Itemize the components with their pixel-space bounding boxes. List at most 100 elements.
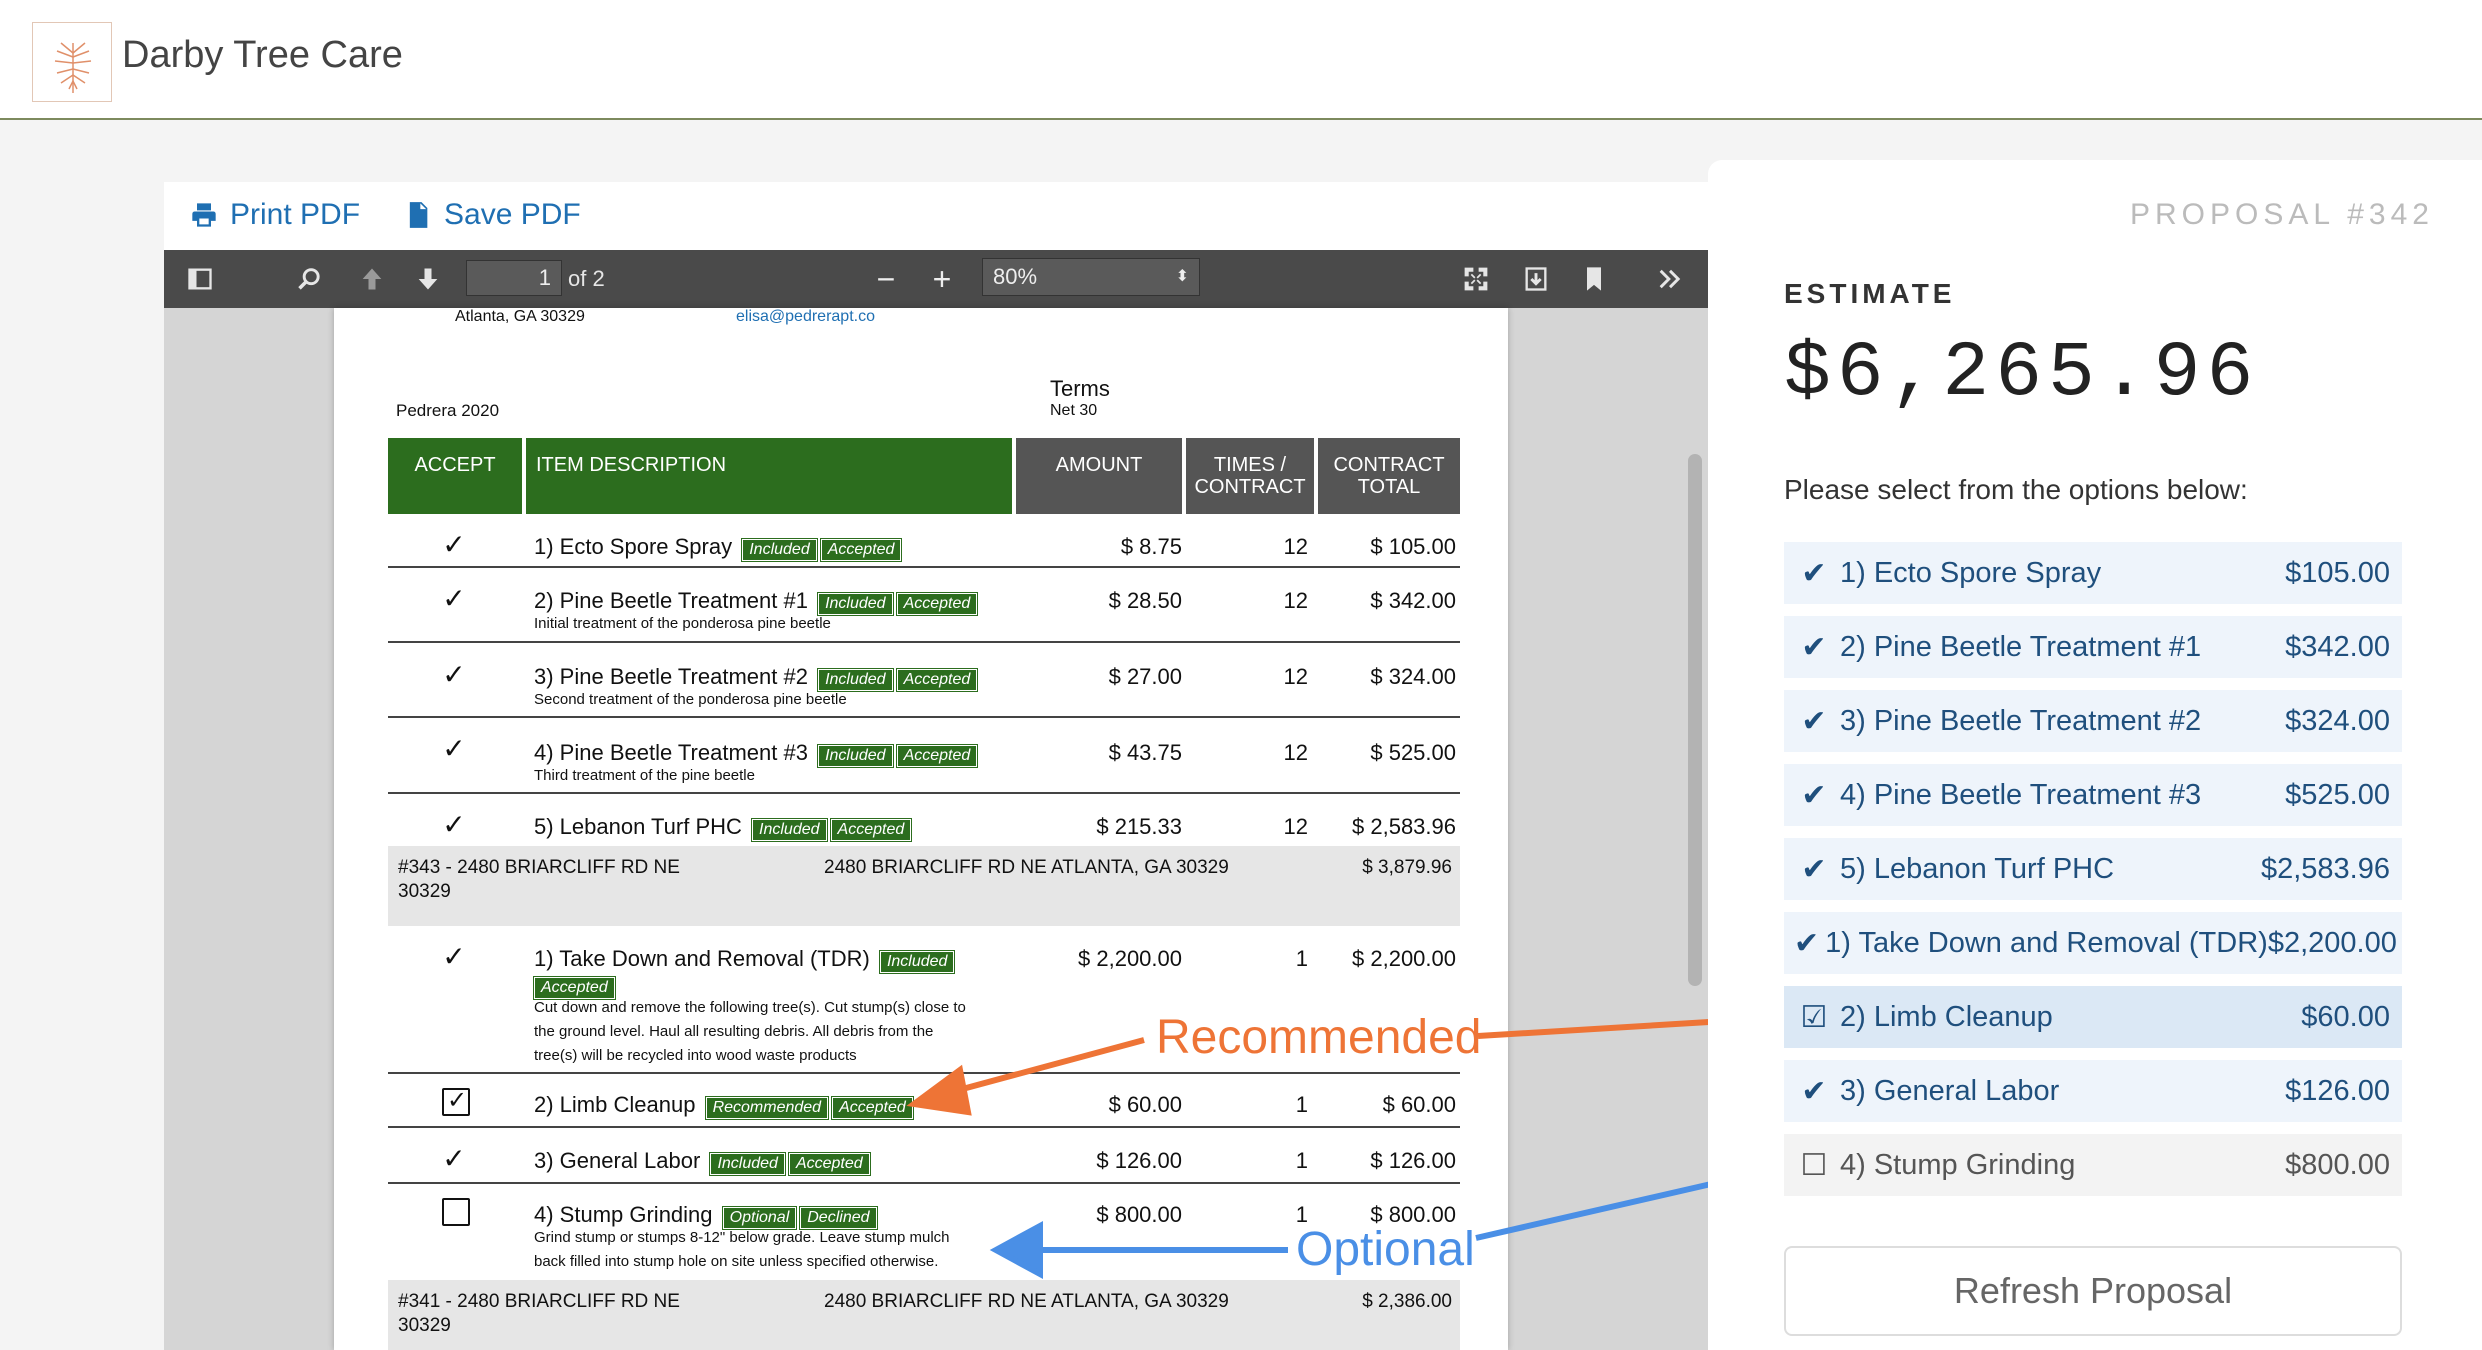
empty-box-icon: ☐ [1800,1148,1828,1182]
refresh-proposal-button[interactable]: Refresh Proposal [1784,1246,2402,1336]
customer-address: Atlanta, GA 30329 [455,308,585,325]
item-times: 12 [1283,740,1308,765]
option-label: 1) Take Down and Removal (TDR) [1825,926,2268,959]
item-amount: $ 215.33 [1096,814,1182,839]
item-name: 1) Take Down and Removal (TDR) [534,946,870,971]
brand-name: Darby Tree Care [122,34,403,76]
accepted-check-icon: ✓ [442,529,466,560]
accepted-check-icon: ✓ [442,809,466,840]
option-item[interactable]: ✔ 5) Lebanon Turf PHC $2,583.96 [1784,838,2402,900]
sidebar-toggle-icon[interactable] [184,263,216,295]
search-icon[interactable] [294,263,326,295]
save-pdf-button[interactable]: Save PDF [404,198,581,232]
page-number-input[interactable]: 1 [466,260,562,296]
item-note: Grind stump or stumps 8-12" below grade.… [534,1226,950,1274]
terms-value: Net 30 [1050,402,1098,419]
item-total: $ 60.00 [1382,1092,1456,1117]
option-label: 4) Pine Beetle Treatment #3 [1840,778,2202,811]
item-note: Second treatment of the ponderosa pine b… [534,691,847,708]
item-name: 3) Pine Beetle Treatment #2 [534,664,808,689]
group-zip: 30329 [398,1315,451,1336]
pdf-actions-bar: Print PDF Save PDF [164,182,1708,250]
accepted-check-icon: ✓ [442,733,466,764]
row-divider [388,1072,1460,1074]
option-value: $2,200.00 [2267,926,2397,959]
check-icon: ✔ [1801,630,1827,664]
file-icon [409,202,428,228]
fullscreen-icon[interactable] [1460,263,1492,295]
status-badge: Accepted [831,1096,914,1120]
options-instructions: Please select from the options below: [1784,474,2248,505]
status-badge: Accepted [819,538,903,562]
page-count: of 2 [568,266,605,291]
download-icon[interactable] [1520,263,1552,295]
item-total: $ 525.00 [1370,740,1456,765]
option-item-optional[interactable]: ☐ 4) Stump Grinding $800.00 [1784,1134,2402,1196]
row-divider [388,1126,1460,1128]
property-group-row: #341 - 2480 BRIARCLIFF RD NE 30329 2480 … [388,1280,1460,1350]
print-pdf-button[interactable]: Print PDF [190,198,360,232]
item-amount: $ 28.50 [1108,588,1182,613]
item-total: $ 342.00 [1370,588,1456,613]
item-times: 12 [1283,534,1308,559]
table-row: 1) Ecto Spore Spray Included Accepted [534,534,903,562]
item-times: 1 [1295,1148,1308,1173]
note-line: Grind stump or stumps 8-12" below grade.… [534,1229,950,1246]
note-line: the ground level. Haul all resulting deb… [534,1023,934,1040]
option-label: 3) Pine Beetle Treatment #2 [1840,704,2202,737]
accept-checkbox[interactable] [442,1198,470,1226]
status-badge: Included [741,538,818,562]
note-line: Cut down and remove the following tree(s… [534,999,966,1016]
item-total: $ 2,583.96 [1352,814,1456,839]
times-header-line1: TIMES / [1213,454,1287,476]
item-name: 2) Limb Cleanup [534,1092,696,1117]
option-item[interactable]: ✔ 1) Take Down and Removal (TDR) $2,200.… [1784,912,2402,974]
group-zip: 30329 [398,881,451,902]
note-line: back filled into stump hole on site unle… [534,1253,939,1270]
option-item-recommended[interactable]: ☑ 2) Limb Cleanup $60.00 [1784,986,2402,1048]
row-divider [388,566,1460,568]
option-item[interactable]: ✔ 3) Pine Beetle Treatment #2 $324.00 [1784,690,2402,752]
print-pdf-label: Print PDF [230,198,361,231]
previous-page-icon[interactable] [356,263,388,295]
estimate-total: $6,265.96 [1784,330,2260,418]
note-line: tree(s) will be recycled into wood waste… [534,1047,857,1064]
bookmark-icon[interactable] [1578,263,1610,295]
times-column-header: TIMES / CONTRACT [1186,438,1314,514]
brand-logo[interactable] [32,22,112,102]
item-total: $ 324.00 [1370,664,1456,689]
zoom-in-button[interactable]: + [920,261,964,297]
accepted-check-icon: ✓ [442,583,466,614]
check-icon: ✔ [1801,704,1827,738]
option-item[interactable]: ✔ 2) Pine Beetle Treatment #1 $342.00 [1784,616,2402,678]
checked-box-icon: ☑ [1800,1000,1828,1034]
status-badge-wrap: Accepted [530,972,616,1000]
total-column-header: CONTRACT TOTAL [1318,438,1460,514]
customer-email[interactable]: elisa@pedrerapt.co [736,308,875,326]
item-times: 1 [1295,1092,1308,1117]
item-amount: $ 8.75 [1120,534,1182,559]
option-label: 3) General Labor [1840,1074,2060,1107]
property-group-row: #343 - 2480 BRIARCLIFF RD NE 30329 2480 … [388,846,1460,926]
zoom-select[interactable]: 80% ⬍ [982,258,1200,296]
group-total: $ 3,879.96 [1362,857,1452,878]
option-item[interactable]: ✔ 4) Pine Beetle Treatment #3 $525.00 [1784,764,2402,826]
table-row: 2) Pine Beetle Treatment #1 Included Acce… [534,588,979,616]
status-badge: Included [751,818,828,842]
more-tools-icon[interactable] [1654,263,1686,295]
terms-label: Terms [1050,376,1110,401]
viewer-scrollbar[interactable] [1688,454,1702,986]
accept-checkbox[interactable] [442,1086,470,1116]
accepted-check-icon: ✓ [442,659,466,690]
item-name: 3) General Labor [534,1148,701,1173]
option-item[interactable]: ✔ 3) General Labor $126.00 [1784,1060,2402,1122]
pdf-page: Atlanta, GA 30329 elisa@pedrerapt.co Ped… [334,308,1508,1350]
status-badge: Included [817,744,894,768]
next-page-icon[interactable] [412,263,444,295]
times-header-line2: CONTRACT [1194,476,1306,498]
option-value: $800.00 [2285,1148,2390,1181]
status-badge: Recommended [704,1096,830,1120]
total-header-line2: TOTAL [1357,476,1421,498]
option-item[interactable]: ✔ 1) Ecto Spore Spray $105.00 [1784,542,2402,604]
zoom-out-button[interactable]: − [864,261,908,297]
